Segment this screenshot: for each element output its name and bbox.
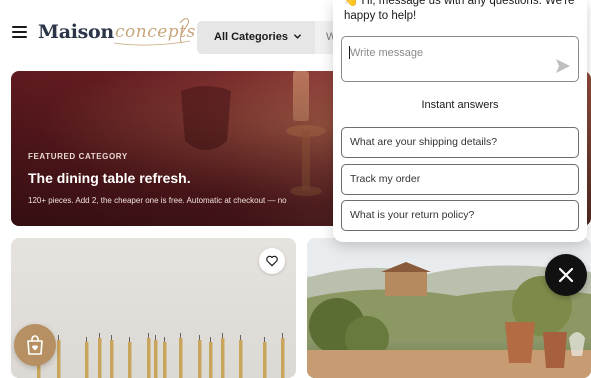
hamburger-line: [12, 36, 27, 38]
candle: [98, 338, 102, 378]
chevron-down-icon: [294, 34, 301, 39]
product-image-candles: [37, 333, 285, 378]
send-icon[interactable]: [555, 58, 571, 74]
heart-icon: [266, 255, 278, 267]
quick-reply-return-policy[interactable]: What is your return policy?: [341, 200, 579, 231]
candle: [163, 342, 167, 378]
candle: [263, 342, 267, 378]
category-select-label: All Categories: [214, 31, 288, 43]
candle: [198, 340, 202, 378]
featured-title: The dining table refresh.: [28, 170, 191, 186]
candle: [110, 340, 114, 378]
candle: [85, 342, 89, 378]
quick-reply-label: Track my order: [350, 173, 421, 185]
quick-reply-shipping[interactable]: What are your shipping details?: [341, 127, 579, 158]
product-card-tuscany[interactable]: [307, 238, 591, 378]
chat-close-button[interactable]: [545, 254, 587, 296]
candle: [57, 340, 61, 378]
hamburger-line: [12, 26, 27, 28]
candle: [239, 340, 243, 378]
chat-message-input[interactable]: Write message: [341, 36, 579, 82]
candle: [128, 342, 132, 378]
hamburger-menu-icon[interactable]: [12, 26, 27, 39]
quick-reply-label: What are your shipping details?: [350, 136, 498, 148]
candle: [179, 338, 183, 378]
category-select[interactable]: All Categories: [197, 21, 315, 54]
instant-answers-heading: Instant answers: [421, 99, 499, 111]
candle: [209, 342, 213, 378]
wishlist-heart-button[interactable]: [259, 248, 285, 274]
chat-widget: 👋 Hi, message us with any questions. We'…: [333, 0, 587, 242]
candle: [281, 338, 285, 378]
chat-greeting-message: 👋 Hi, message us with any questions. We'…: [344, 0, 575, 22]
product-card-candles[interactable]: [11, 238, 296, 378]
logo-wordmark-main: Maison: [38, 21, 114, 43]
close-icon: [558, 267, 574, 283]
quick-reply-track-order[interactable]: Track my order: [341, 164, 579, 195]
product-image-tuscany: [307, 238, 591, 378]
chat-input-placeholder: Write message: [350, 47, 424, 59]
quick-reply-label: What is your return policy?: [350, 209, 475, 221]
featured-description: 120+ pieces. Add 2, the cheaper one is f…: [28, 196, 287, 205]
hamburger-line: [12, 31, 27, 33]
candle: [221, 338, 225, 378]
candle: [147, 338, 151, 378]
logo-wordmark-accent: concepts: [115, 22, 196, 42]
featured-kicker: FEATURED CATEGORY: [28, 152, 128, 161]
wishlist-floating-button[interactable]: [14, 324, 56, 366]
candle: [154, 340, 158, 378]
shopping-bag-heart-icon: [27, 335, 43, 355]
